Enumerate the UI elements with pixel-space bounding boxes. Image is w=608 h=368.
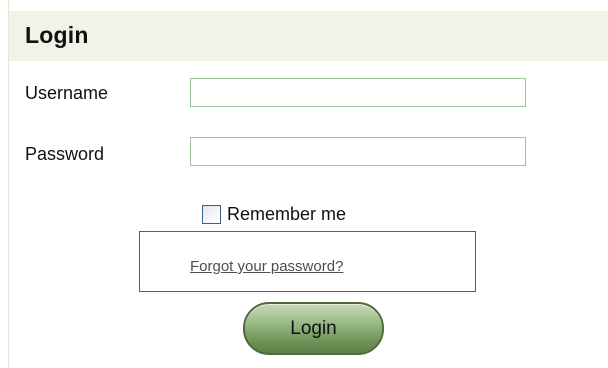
forgot-password-link[interactable]: Forgot your password? [190, 258, 343, 275]
password-input[interactable] [190, 137, 526, 166]
login-header: Login [9, 11, 608, 61]
remember-me-label[interactable]: Remember me [227, 204, 346, 225]
login-button[interactable]: Login [243, 302, 384, 355]
remember-me-row[interactable]: Remember me [202, 203, 346, 225]
username-input[interactable] [190, 78, 526, 107]
login-panel: Login Username Password Remember me Forg… [0, 0, 608, 368]
username-label: Username [25, 83, 109, 103]
page-title: Login [25, 22, 89, 48]
password-label: Password [25, 144, 105, 164]
remember-me-checkbox[interactable] [202, 204, 221, 224]
